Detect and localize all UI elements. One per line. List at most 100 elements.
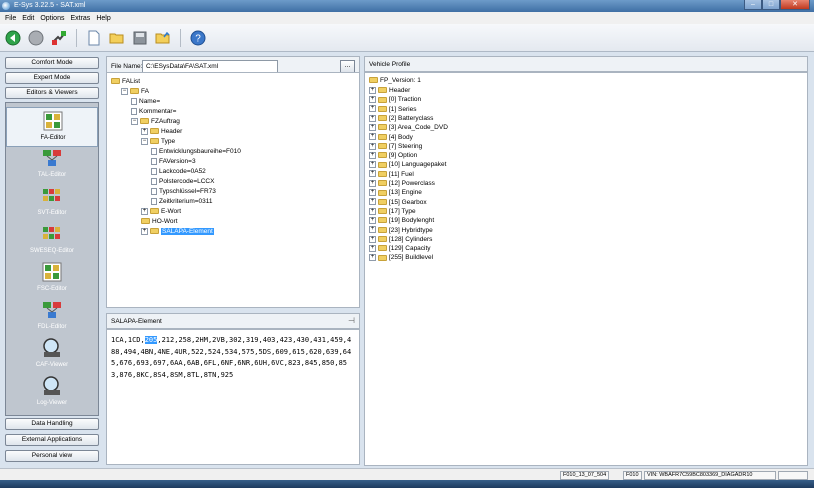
folder-icon	[150, 128, 159, 135]
expand-icon[interactable]: +	[369, 123, 376, 131]
collapse-icon[interactable]: −	[131, 117, 138, 125]
vp-tree-node-label: [23] Hybridtype	[389, 226, 433, 234]
vp-tree-node[interactable]: + [1] Series	[369, 105, 416, 114]
vp-tree-node[interactable]: + [10] Languagepaket	[369, 160, 446, 169]
fsc-editor-item[interactable]: FSC-Editor	[6, 259, 98, 299]
expand-icon[interactable]: +	[369, 244, 376, 252]
fa-tree-node[interactable]: Kommentar=	[131, 107, 176, 116]
menu-options[interactable]: Options	[37, 15, 67, 22]
vp-tree-node[interactable]: + [23] Hybridtype	[369, 226, 433, 235]
log-viewer-item[interactable]: Log-Viewer	[6, 373, 98, 413]
vp-tree-node[interactable]: + [15] Gearbox	[369, 198, 427, 207]
fa-tree-node[interactable]: − Type	[141, 137, 175, 146]
fa-tree-node[interactable]: FAVersion=3	[151, 157, 196, 166]
close-button[interactable]: ✕	[780, 0, 810, 10]
caf-viewer-item[interactable]: CAF-Viewer	[6, 335, 98, 375]
open-file-icon[interactable]	[154, 29, 172, 47]
collapse-icon[interactable]: −	[121, 87, 128, 95]
fa-tree-node[interactable]: HO-Wort	[141, 217, 178, 226]
expand-icon[interactable]: +	[369, 86, 376, 94]
back-icon[interactable]	[4, 29, 22, 47]
expand-icon[interactable]: +	[369, 161, 376, 169]
vp-tree-node[interactable]: + Header	[369, 86, 410, 95]
fdl-editor-item[interactable]: FDL-Editor	[6, 297, 98, 337]
expand-icon[interactable]: +	[369, 198, 376, 206]
fa-tree-node[interactable]: Lackcode=0A52	[151, 167, 206, 176]
expand-icon[interactable]: +	[369, 114, 376, 122]
expand-icon[interactable]: +	[141, 127, 148, 135]
menu-extras[interactable]: Extras	[67, 15, 93, 22]
expand-icon[interactable]: +	[369, 179, 376, 187]
vp-tree-node[interactable]: + [0] Traction	[369, 95, 421, 104]
vp-tree-node[interactable]: + [128] Cylinders	[369, 235, 432, 244]
fa-tree-node[interactable]: Name=	[131, 97, 160, 106]
fa-editor-item[interactable]: FA-Editor	[6, 107, 98, 147]
help-icon[interactable]: ?	[189, 29, 207, 47]
vp-tree-node[interactable]: + [129] Capacity	[369, 244, 431, 253]
expand-icon[interactable]: +	[369, 207, 376, 215]
data-handling-button[interactable]: Data Handling	[5, 418, 99, 430]
expand-icon[interactable]: +	[369, 235, 376, 243]
expand-icon[interactable]: +	[369, 105, 376, 113]
vp-tree-node[interactable]: + [2] Batteryclass	[369, 114, 433, 123]
fa-tree-node[interactable]: FAList	[111, 77, 140, 86]
salapa-text-area[interactable]: 1CA,1CD,205,212,258,2HM,2VB,302,319,403,…	[106, 329, 360, 465]
fa-tree-node[interactable]: Entwicklungsbaureihe=F010	[151, 147, 241, 156]
expand-icon[interactable]: +	[369, 142, 376, 150]
vp-tree-node[interactable]: + [9] Option	[369, 151, 417, 160]
fa-tree-node-label: FA	[141, 88, 149, 95]
vp-tree-node[interactable]: + [255] Buildlevel	[369, 253, 433, 262]
expand-icon[interactable]: +	[141, 227, 148, 235]
expand-icon[interactable]: +	[369, 133, 376, 141]
fa-tree-node[interactable]: + E-Wort	[141, 207, 181, 216]
collapse-icon[interactable]: −	[141, 137, 148, 145]
menu-help[interactable]: Help	[93, 15, 113, 22]
fa-tree-node[interactable]: Polstercode=LCCX	[151, 177, 214, 186]
vp-tree-node[interactable]: + [3] Area_Code_DVD	[369, 123, 448, 132]
personal-view-button[interactable]: Personal view	[5, 450, 99, 462]
expand-icon[interactable]: +	[369, 226, 376, 234]
vp-tree-node[interactable]: + [11] Fuel	[369, 170, 414, 179]
fa-tree-node[interactable]: + SALAPA-Element	[141, 227, 214, 236]
fa-tree-node[interactable]: Zeitkriterium=0311	[151, 197, 213, 206]
expert-mode-button[interactable]: Expert Mode	[5, 72, 99, 84]
vp-tree-node[interactable]: + [13] Engine	[369, 188, 422, 197]
fa-tree-node[interactable]: + Header	[141, 127, 182, 136]
window-controls: – □ ✕	[744, 0, 810, 11]
stop-icon[interactable]	[27, 29, 45, 47]
open-folder-icon[interactable]	[108, 29, 126, 47]
editors-viewers-button[interactable]: Editors & Viewers	[5, 87, 99, 99]
new-file-icon[interactable]	[85, 29, 103, 47]
vp-tree-node[interactable]: + [17] Type	[369, 207, 416, 216]
fa-tree-node[interactable]: − FA	[121, 87, 149, 96]
expand-icon[interactable]: +	[369, 216, 376, 224]
maximize-button[interactable]: □	[762, 0, 780, 10]
expand-icon[interactable]: +	[369, 254, 376, 262]
expand-icon[interactable]: +	[369, 189, 376, 197]
fa-tree-node[interactable]: − FZAuftrag	[131, 117, 180, 126]
folder-icon	[378, 143, 387, 150]
vp-tree-node-label: [13] Engine	[389, 189, 422, 197]
menu-edit[interactable]: Edit	[19, 15, 37, 22]
vp-tree-node[interactable]: + [19] Bodylenght	[369, 216, 434, 225]
fa-tree-node[interactable]: Typschlüssel=FR73	[151, 187, 216, 196]
vp-tree-node[interactable]: + [4] Body	[369, 133, 413, 142]
vp-root-node[interactable]: FP_Version: 1	[369, 76, 421, 85]
save-icon[interactable]	[131, 29, 149, 47]
external-applications-button[interactable]: External Applications	[5, 434, 99, 446]
tal-editor-item[interactable]: TAL-Editor	[6, 145, 98, 185]
expand-icon[interactable]: +	[369, 96, 376, 104]
expand-icon[interactable]: +	[141, 207, 148, 215]
menu-file[interactable]: File	[2, 15, 19, 22]
toolbar-separator	[180, 28, 181, 47]
sweseq-editor-item[interactable]: SWESEQ-Editor	[6, 221, 98, 261]
expand-icon[interactable]: +	[369, 170, 376, 178]
vp-tree-node[interactable]: + [12] Powerclass	[369, 179, 435, 188]
vp-tree-node[interactable]: + [7] Steering	[369, 142, 422, 151]
comfort-mode-button[interactable]: Comfort Mode	[5, 57, 99, 69]
svt-editor-item[interactable]: SVT-Editor	[6, 183, 98, 223]
pin-icon[interactable]: ⊣	[348, 316, 355, 325]
minimize-button[interactable]: –	[744, 0, 762, 10]
connect-icon[interactable]	[50, 29, 68, 47]
expand-icon[interactable]: +	[369, 151, 376, 159]
